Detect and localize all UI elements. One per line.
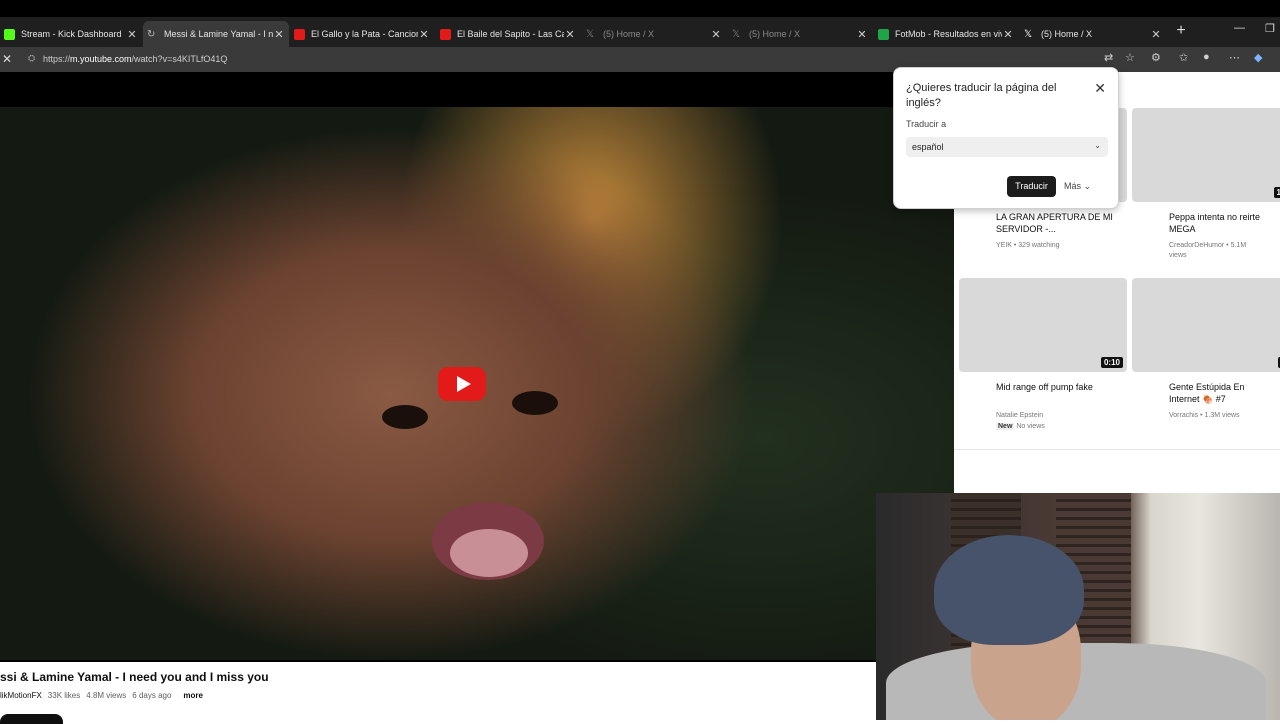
tab-title: Stream - Kick Dashboard bbox=[21, 29, 122, 39]
minimize-icon[interactable]: — bbox=[1234, 22, 1245, 34]
chevron-down-icon: ⌄ bbox=[1094, 141, 1101, 150]
webcam-person bbox=[934, 535, 1084, 645]
tab-el-baile[interactable]: El Baile del Sapito - Las Canc ✕ bbox=[436, 21, 580, 47]
translate-icon[interactable]: ⇄ bbox=[1104, 51, 1113, 64]
more-options-button[interactable]: Más ⌄ bbox=[1064, 181, 1091, 192]
close-tab-icon[interactable]: ✕ bbox=[273, 28, 285, 41]
url-host: m.youtube.com bbox=[70, 54, 132, 64]
translate-button[interactable]: Traducir bbox=[1007, 176, 1056, 197]
favorite-star-icon[interactable]: ☆ bbox=[1125, 51, 1135, 64]
related-title[interactable]: Mid range off pump fake bbox=[996, 381, 1116, 393]
play-icon bbox=[456, 376, 471, 392]
tab-title: (5) Home / X bbox=[603, 29, 655, 39]
upload-age: 6 days ago bbox=[132, 691, 172, 700]
tab-title: FotMob - Resultados en vivo bbox=[895, 29, 1002, 39]
tab-x-home-2[interactable]: 𝕏 (5) Home / X ✕ bbox=[728, 21, 872, 47]
selected-language: español bbox=[912, 142, 944, 152]
translate-popup: ¿Quieres traducir la página del inglés? … bbox=[893, 67, 1119, 209]
webcam-overlay bbox=[876, 493, 1280, 720]
tab-title: El Baile del Sapito - Las Canc bbox=[457, 29, 564, 39]
video-content bbox=[512, 391, 558, 415]
related-channel: Vorrachis • 1.3M views bbox=[1169, 412, 1240, 419]
related-thumbnail[interactable]: 0:10 bbox=[959, 278, 1127, 372]
video-metadata: likMotionFX 33K likes 4.8M views 6 days … bbox=[0, 691, 203, 700]
related-thumbnail[interactable]: 11 bbox=[1132, 108, 1280, 202]
like-count: 33K likes bbox=[47, 691, 81, 700]
more-link[interactable]: more bbox=[183, 691, 203, 700]
translate-question: ¿Quieres traducir la página del inglés? bbox=[906, 82, 1057, 109]
video-title: ssi & Lamine Yamal - I need you and I mi… bbox=[0, 670, 269, 684]
copilot-icon[interactable]: ◆ bbox=[1254, 51, 1262, 64]
chevron-down-icon: ⌄ bbox=[1083, 181, 1092, 191]
translate-to-label: Traducir a bbox=[906, 119, 947, 129]
channel-name[interactable]: likMotionFX bbox=[0, 691, 42, 700]
tab-strip: Stream - Kick Dashboard ✕ ↻ Messi & Lami… bbox=[0, 17, 1280, 47]
close-tab-icon[interactable]: ✕ bbox=[564, 28, 576, 41]
play-button[interactable] bbox=[438, 367, 486, 401]
profile-avatar-icon[interactable]: ● bbox=[1203, 51, 1210, 63]
stop-loading-icon[interactable]: ✕ bbox=[2, 52, 12, 66]
close-tab-icon[interactable]: ✕ bbox=[856, 28, 868, 41]
tab-kick-dashboard[interactable]: Stream - Kick Dashboard ✕ bbox=[0, 21, 142, 47]
tab-title: El Gallo y la Pata - Canciones bbox=[311, 29, 418, 39]
related-channel: YEIK • 329 watching bbox=[996, 242, 1060, 249]
language-select[interactable]: español ⌄ bbox=[906, 137, 1108, 157]
divider bbox=[954, 449, 1280, 450]
related-title[interactable]: Peppa intenta no reirte MEGA bbox=[1169, 211, 1274, 235]
close-tab-icon[interactable]: ✕ bbox=[1002, 28, 1014, 41]
close-tab-icon[interactable]: ✕ bbox=[1150, 28, 1162, 41]
related-channel: Natalie Epstein bbox=[996, 412, 1044, 419]
related-title[interactable]: Gente Estúpida En Internet 🍖 #7 bbox=[1169, 381, 1274, 405]
close-icon[interactable]: ✕ bbox=[1094, 80, 1106, 97]
tab-youtube-messi[interactable]: ↻ Messi & Lamine Yamal - I ne ✕ bbox=[143, 21, 289, 47]
loading-spinner-icon: ↻ bbox=[147, 28, 156, 40]
tab-title: Messi & Lamine Yamal - I ne bbox=[164, 29, 273, 39]
url-text: https://m.youtube.com/watch?v=s4KITLfO41… bbox=[43, 54, 227, 64]
close-tab-icon[interactable]: ✕ bbox=[710, 28, 722, 41]
url-prefix: https:// bbox=[43, 54, 71, 64]
kick-icon bbox=[4, 28, 15, 40]
duration-badge: 0:10 bbox=[1100, 357, 1123, 368]
new-badge: New bbox=[996, 423, 1015, 430]
new-tab-button[interactable]: + bbox=[1172, 21, 1190, 41]
more-menu-icon[interactable]: ⋯ bbox=[1229, 51, 1240, 64]
view-count: 4.8M views bbox=[86, 691, 127, 700]
tab-el-gallo[interactable]: El Gallo y la Pata - Canciones ✕ bbox=[290, 21, 434, 47]
related-meta: New No views bbox=[996, 422, 1045, 432]
x-logo-icon: 𝕏 bbox=[732, 28, 741, 40]
related-channel: CreadorDeHumor • 5.1M bbox=[1169, 242, 1247, 249]
x-logo-icon: 𝕏 bbox=[586, 28, 595, 40]
extensions-icon[interactable]: ⚙ bbox=[1151, 51, 1161, 64]
tab-title: (5) Home / X bbox=[1041, 29, 1093, 39]
more-options-label: Más bbox=[1064, 181, 1082, 191]
site-info-icon[interactable]: ⛭ bbox=[28, 53, 35, 64]
close-tab-icon[interactable]: ✕ bbox=[126, 28, 138, 41]
fotmob-icon bbox=[878, 28, 889, 40]
x-logo-icon: 𝕏 bbox=[1024, 28, 1033, 40]
tab-fotmob[interactable]: FotMob - Resultados en vivo ✕ bbox=[874, 21, 1018, 47]
related-title[interactable]: LA GRAN APERTURA DE MI SERVIDOR -... bbox=[996, 211, 1116, 235]
tab-title: (5) Home / X bbox=[749, 29, 801, 39]
duration-badge: 11 bbox=[1273, 187, 1280, 198]
subscribe-button[interactable] bbox=[0, 714, 63, 724]
url-path: /watch?v=s4KITLfO41Q bbox=[131, 54, 228, 64]
youtube-icon bbox=[440, 28, 451, 40]
tab-x-home-1[interactable]: 𝕏 (5) Home / X ✕ bbox=[582, 21, 726, 47]
maximize-icon[interactable]: ❐ bbox=[1265, 22, 1275, 35]
tab-x-home-3[interactable]: 𝕏 (5) Home / X ✕ bbox=[1020, 21, 1166, 47]
screen-top-bar bbox=[0, 0, 1280, 17]
youtube-icon bbox=[294, 28, 305, 40]
video-content bbox=[450, 529, 528, 577]
related-thumbnail[interactable]: 8 bbox=[1132, 278, 1280, 372]
favorites-icon[interactable]: ✩ bbox=[1179, 51, 1188, 64]
video-content bbox=[382, 405, 428, 429]
related-views: No views bbox=[1016, 423, 1045, 430]
related-views: views bbox=[1169, 252, 1187, 259]
close-tab-icon[interactable]: ✕ bbox=[418, 28, 430, 41]
